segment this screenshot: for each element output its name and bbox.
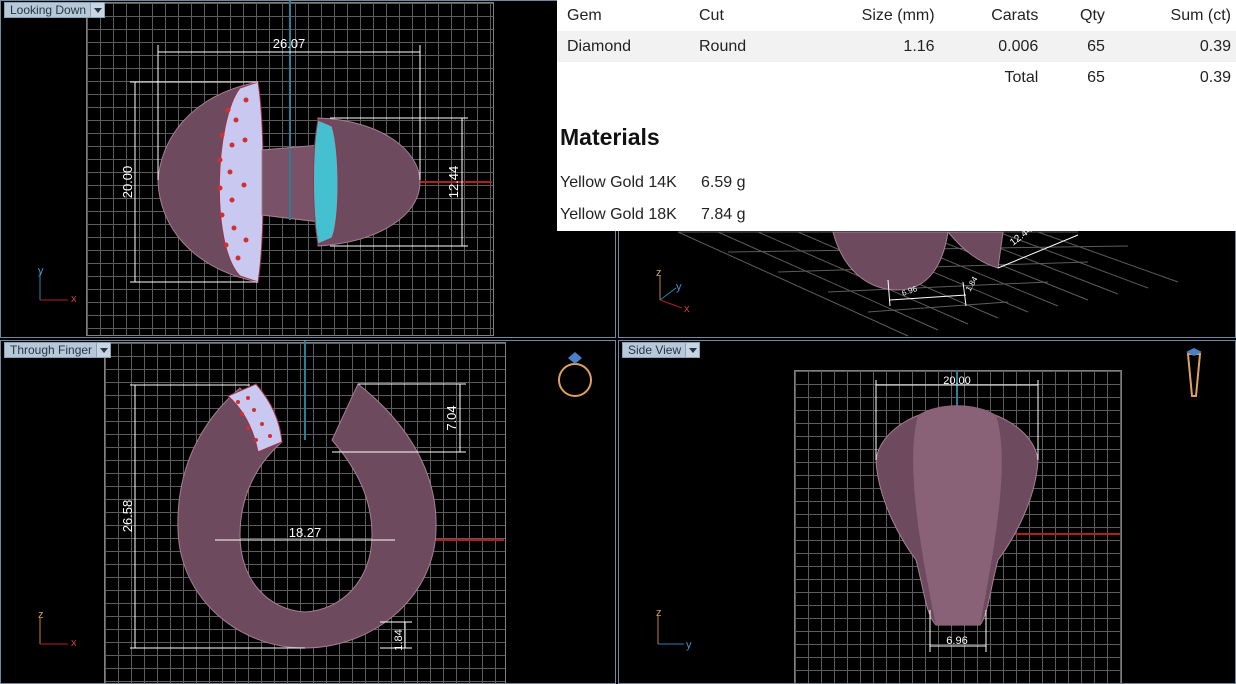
cell-sum: 0.39 — [1109, 31, 1236, 62]
report-panel: Gem Cut Size (mm) Carats Qty Sum (ct) Di… — [557, 0, 1236, 231]
cell-qty: 65 — [1043, 31, 1110, 62]
cell-gem: Diamond — [557, 31, 689, 62]
material-row: Yellow Gold 14K 6.59 g — [560, 174, 745, 192]
col-qty: Qty — [1080, 6, 1105, 24]
total-row: Total 65 0.39 — [557, 62, 1236, 93]
col-size: Size (mm) — [861, 6, 935, 24]
viewport-menu-through-finger[interactable]: Through Finger — [4, 342, 112, 358]
table-header-row: Gem Cut Size (mm) Carats Qty Sum (ct) — [557, 0, 1236, 31]
material-weight: 6.59 g — [701, 174, 746, 191]
total-label: Total — [1004, 68, 1039, 86]
chevron-down-icon[interactable] — [90, 3, 105, 17]
material-weight: 7.84 g — [701, 206, 746, 223]
viewport-label: Side View — [628, 343, 682, 357]
col-carats: Carats — [991, 6, 1039, 24]
col-sum: Sum (ct) — [1170, 6, 1231, 24]
cell-cut: Round — [688, 31, 793, 62]
viewport-label: Looking Down — [10, 3, 87, 17]
total-sum: 0.39 — [1199, 68, 1231, 86]
cell-carats: 0.006 — [939, 31, 1044, 62]
viewport-looking-down[interactable]: 26.07 20.00 12.44 y x Looking Down — [0, 0, 616, 338]
col-cut: Cut — [698, 6, 724, 24]
viewport-menu-side-view[interactable]: Side View — [622, 342, 701, 358]
col-gem: Gem — [567, 6, 602, 24]
material-name: Yellow Gold 18K — [560, 206, 677, 223]
chevron-down-icon[interactable] — [96, 343, 111, 357]
chevron-down-icon[interactable] — [685, 343, 700, 357]
material-row: Yellow Gold 18K 7.84 g — [560, 206, 745, 224]
cell-size: 1.16 — [792, 31, 940, 62]
material-name: Yellow Gold 14K — [560, 174, 677, 191]
viewport-menu-looking-down[interactable]: Looking Down — [4, 2, 106, 18]
viewport-label: Through Finger — [10, 343, 93, 357]
total-qty: 65 — [1087, 68, 1105, 86]
viewport-side-view[interactable]: 20.00 6.96 z y Side View — [618, 340, 1236, 684]
materials-title: Materials — [560, 124, 660, 150]
gem-table: Gem Cut Size (mm) Carats Qty Sum (ct) Di… — [557, 0, 1236, 93]
table-row: Diamond Round 1.16 0.006 65 0.39 — [557, 31, 1236, 62]
viewport-through-finger[interactable]: 26.58 18.27 7.04 1.84 z x Through Finger — [0, 340, 616, 684]
